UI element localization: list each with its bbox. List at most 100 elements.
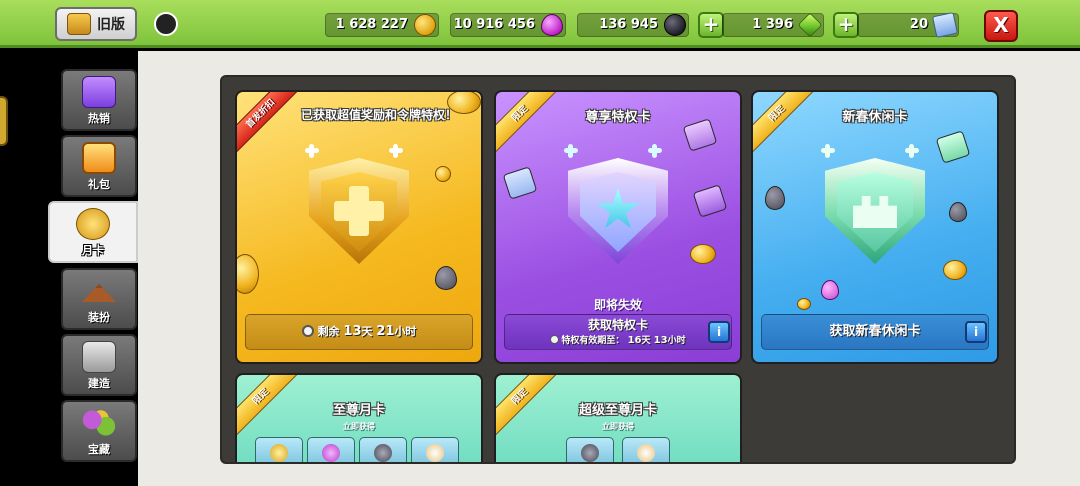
sidebar-item-gift[interactable]: 礼包 xyxy=(61,135,137,197)
sidebar-item-build[interactable]: 建造 xyxy=(61,334,137,396)
timer-prefix: 剩余 xyxy=(317,325,340,338)
reward-slot xyxy=(307,437,355,462)
dark-elixir-icon xyxy=(765,186,785,210)
close-button[interactable]: X xyxy=(984,10,1018,42)
timer-hours: 21 xyxy=(376,324,395,339)
tickets-value: 20 xyxy=(909,17,928,32)
dark-elixir-icon xyxy=(949,202,967,222)
super-supreme-month-title: 超级至尊月卡 xyxy=(578,403,657,418)
dark-elixir-icon xyxy=(435,266,457,290)
instant-label: 立即获得 xyxy=(343,422,375,431)
decoration-icon xyxy=(692,184,728,218)
action-label: 获取新春休闲卡 xyxy=(829,324,921,339)
coin-icon xyxy=(435,166,451,182)
timer-hours-unit: 小时 xyxy=(394,325,417,338)
gems-value: 1 396 xyxy=(752,17,793,32)
sidebar-item-treasure[interactable]: 宝藏 xyxy=(61,400,137,462)
gold-counter: 1 628 227 xyxy=(325,13,439,37)
info-button[interactable]: i xyxy=(708,321,730,343)
offers-panel: 首发折扣 已获取超值奖励和令牌特权！ 剩余 13天 21小时 限定 尊享特权卡 xyxy=(220,75,1016,464)
dark-elixir-counter: 136 945 xyxy=(577,13,689,37)
ticket-icon xyxy=(931,11,959,39)
spring-pass-title: 新春休闲卡 xyxy=(842,110,908,125)
tickets-counter: 20 xyxy=(857,11,959,39)
potion-icon xyxy=(637,444,655,462)
sidebar-item-label: 装扮 xyxy=(88,311,110,324)
dark-elixir-value: 136 945 xyxy=(599,17,658,32)
elixir-drop-icon xyxy=(322,444,340,462)
supreme-month-title: 至尊月卡 xyxy=(332,403,385,418)
elixir-counter: 10 916 456 xyxy=(450,13,566,37)
gold-coin-icon xyxy=(414,14,436,36)
hammer-icon xyxy=(82,341,116,373)
coin-icon xyxy=(447,92,481,114)
validity-hours-unit: 小时 xyxy=(667,336,686,346)
coin-icon xyxy=(237,254,259,294)
validity-hours: 13 xyxy=(653,335,668,346)
supreme-month-card[interactable]: 限定 至尊月卡 立即获得 xyxy=(235,373,483,462)
coin-icon xyxy=(943,260,967,280)
timer-days-unit: 天 xyxy=(361,325,373,338)
elixir-drop-icon xyxy=(821,280,839,300)
sidebar-item-label: 热销 xyxy=(88,112,110,125)
clan-icon[interactable] xyxy=(154,12,178,36)
hero-portrait-icon xyxy=(935,130,971,164)
buy-tickets-button[interactable]: + xyxy=(833,12,859,38)
sidebar-item-label: 建造 xyxy=(88,377,110,390)
validity-prefix: 特权有效期至： xyxy=(561,336,625,346)
sidebar-item-hot[interactable]: 热销 xyxy=(61,69,137,131)
potion-icon xyxy=(426,444,444,462)
stopwatch-icon xyxy=(550,335,560,344)
coin-icon xyxy=(270,444,288,462)
info-button[interactable]: i xyxy=(965,321,987,343)
reward-slot xyxy=(255,437,303,462)
timer-days: 13 xyxy=(343,324,362,339)
coin-icon xyxy=(690,244,716,264)
reward-slot xyxy=(622,437,670,462)
old-version-button[interactable]: 旧版 xyxy=(55,7,137,41)
get-spring-pass-button[interactable]: 获取新春休闲卡 xyxy=(761,314,989,350)
spring-pass-card[interactable]: 限定 新春休闲卡 获取新春休闲卡 i xyxy=(751,90,999,364)
dark-elixir-icon xyxy=(374,444,392,462)
instant-label: 立即获得 xyxy=(602,422,634,431)
gold-pass-card[interactable]: 首发折扣 已获取超值奖励和令牌特权！ 剩余 13天 21小时 xyxy=(235,90,483,364)
validity-days-unit: 天 xyxy=(641,336,651,346)
gold-pass-timer: 剩余 13天 21小时 xyxy=(245,314,473,350)
edge-tab[interactable] xyxy=(0,96,8,146)
gold-shield-icon xyxy=(301,144,417,264)
validity-days: 16 xyxy=(627,335,642,346)
hero-portrait-icon xyxy=(502,166,538,200)
sidebar-item-label: 宝藏 xyxy=(88,443,110,456)
premium-pass-card[interactable]: 限定 尊享特权卡 即将失效 获取特权卡 特权有效期至： 16天 13小时 i xyxy=(494,90,742,364)
treasure-icon xyxy=(82,407,116,439)
elixir-value: 10 916 456 xyxy=(453,17,535,32)
sidebar-item-month-pass[interactable]: 月卡 xyxy=(48,201,138,263)
old-version-label: 旧版 xyxy=(97,17,125,33)
sidebar-item-skins[interactable]: 装扮 xyxy=(61,268,137,330)
hanger-icon xyxy=(82,284,116,302)
sidebar-item-label: 月卡 xyxy=(82,244,104,257)
sidebar-item-label: 礼包 xyxy=(88,178,110,191)
dark-elixir-icon xyxy=(581,444,599,462)
coin-icon xyxy=(797,298,811,310)
expiring-label: 即将失效 xyxy=(593,298,642,312)
gems-counter: 1 396 xyxy=(722,12,824,38)
gift-box-icon xyxy=(82,142,116,174)
reward-slot xyxy=(566,437,614,462)
dark-elixir-icon xyxy=(664,14,686,36)
action-label: 获取特权卡 xyxy=(587,318,648,332)
star-shield-icon xyxy=(560,144,676,264)
gem-icon xyxy=(797,12,823,38)
reward-slot xyxy=(359,437,407,462)
hammer-icon xyxy=(67,13,91,35)
super-supreme-month-card[interactable]: 限定 超级至尊月卡 立即获得 xyxy=(494,373,742,462)
month-pass-icon xyxy=(76,208,110,240)
gold-value: 1 628 227 xyxy=(335,17,408,32)
top-bar: 旧版 1 628 227 10 916 456 136 945 + 1 396 … xyxy=(0,0,1080,48)
get-premium-pass-button[interactable]: 获取特权卡 特权有效期至： 16天 13小时 xyxy=(504,314,732,350)
buy-gems-button[interactable]: + xyxy=(698,12,724,38)
reward-slot xyxy=(411,437,459,462)
hot-deals-icon xyxy=(82,76,116,108)
elixir-drop-icon xyxy=(541,14,563,36)
stopwatch-icon xyxy=(301,325,314,337)
